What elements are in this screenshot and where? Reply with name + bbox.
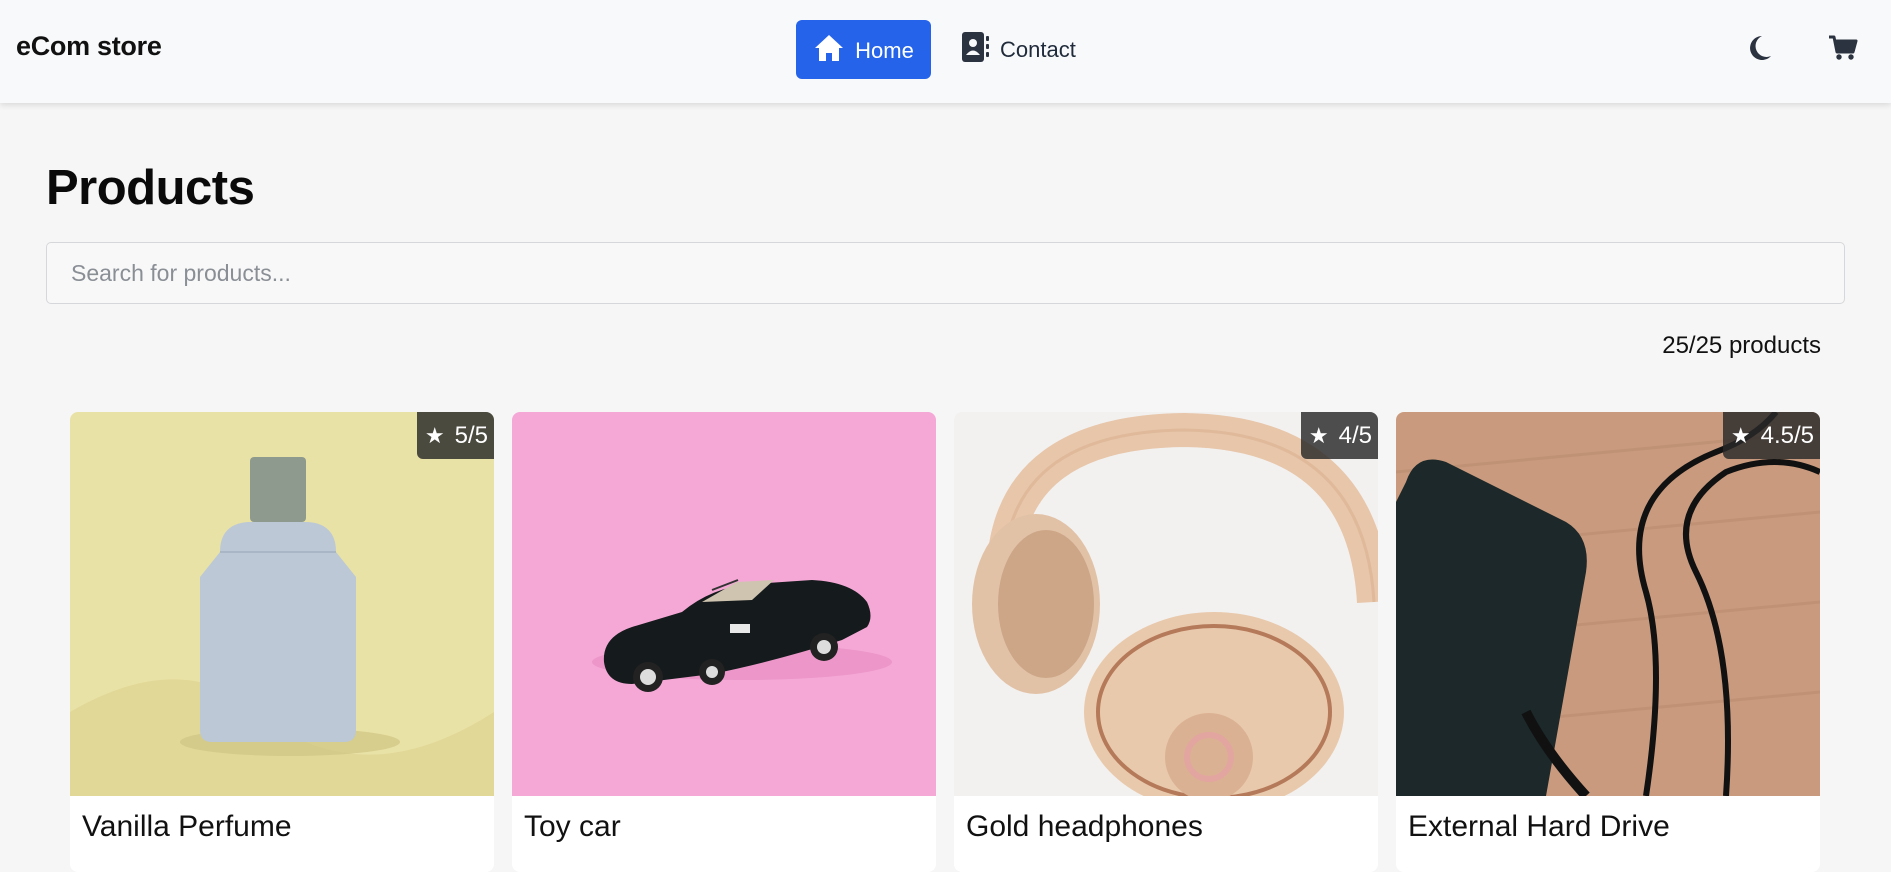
star-icon: ★ — [424, 422, 445, 448]
star-icon: ★ — [1730, 422, 1751, 448]
product-image[interactable] — [954, 412, 1378, 796]
product-name[interactable]: External Hard Drive — [1408, 810, 1670, 844]
rating-value: 4/5 — [1338, 421, 1372, 449]
nav-contact-label: Contact — [1000, 36, 1076, 62]
product-name[interactable]: Toy car — [524, 810, 621, 844]
navbar: eCom store Home Contact — [0, 0, 1891, 103]
nav-contact-link[interactable]: Contact — [960, 20, 1076, 79]
home-icon — [813, 33, 845, 68]
product-name[interactable]: Vanilla Perfume — [82, 810, 292, 844]
address-book-icon — [960, 31, 990, 68]
star-icon: ★ — [1308, 422, 1329, 448]
product-image[interactable] — [1396, 412, 1820, 796]
rating-badge: ★ 4/5 — [1300, 412, 1378, 459]
product-image[interactable] — [512, 412, 936, 796]
moon-icon — [1747, 34, 1773, 67]
cart-button[interactable] — [1823, 30, 1863, 70]
product-name[interactable]: Gold headphones — [966, 810, 1203, 844]
page-title: Products — [46, 161, 255, 215]
rating-value: 4.5/5 — [1760, 421, 1814, 449]
product-card[interactable]: ★ 5/5 Vanilla Perfume — [70, 412, 494, 872]
rating-badge: ★ 4.5/5 — [1722, 412, 1820, 459]
product-card[interactable]: Toy car — [512, 412, 936, 872]
theme-toggle-button[interactable] — [1740, 30, 1780, 70]
nav-home-label: Home — [855, 37, 914, 63]
rating-value: 5/5 — [454, 421, 488, 449]
rating-badge: ★ 5/5 — [416, 412, 494, 459]
brand-logo[interactable]: eCom store — [16, 31, 162, 62]
product-image[interactable] — [70, 412, 494, 796]
product-card[interactable]: ★ 4.5/5 External Hard Drive — [1396, 412, 1820, 872]
product-count: 25/25 products — [1662, 332, 1821, 359]
product-card[interactable]: ★ 4/5 Gold headphones — [954, 412, 1378, 872]
nav-home-button[interactable]: Home — [796, 20, 931, 79]
search-input[interactable] — [46, 242, 1845, 304]
cart-icon — [1828, 34, 1858, 67]
